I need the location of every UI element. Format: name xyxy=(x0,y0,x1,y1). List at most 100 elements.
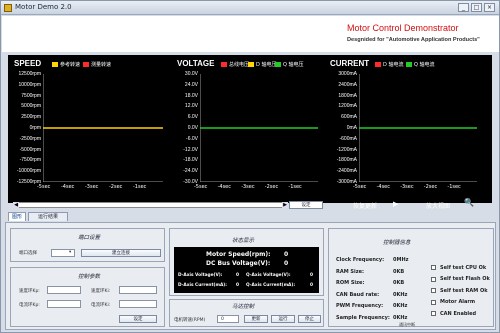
controller-info-title: 控制器信息 xyxy=(383,240,411,246)
legend-item: 测量转速 xyxy=(83,61,111,68)
window-title: Motor Demo 2.0 xyxy=(15,3,72,11)
y-tick-label: 3000mA xyxy=(338,71,357,77)
stop-button[interactable]: 停止 xyxy=(298,315,321,323)
q-axis-voltage-value: 0 xyxy=(310,273,313,278)
legend-label: Q 轴电压 xyxy=(283,62,304,68)
legend-swatch xyxy=(83,62,89,67)
control-params-panel: 控制参数 速度环Kp: 速度环Ki: 电流环Kp: 电流环Ki: 设定 xyxy=(10,267,165,327)
run-button[interactable]: 运行 xyxy=(271,315,295,323)
legend-item: D 轴电压 xyxy=(248,61,276,68)
legend-swatch xyxy=(275,62,281,67)
chart-set-button[interactable]: 设定 xyxy=(289,201,323,209)
status-checkbox[interactable] xyxy=(431,265,436,270)
charts-area: SPEED 参考转速 测量转速 12500rpm 10000rpm 7500rpm 5000… xyxy=(8,55,492,210)
chart-title: VOLTAGE xyxy=(177,59,215,68)
maximize-button[interactable]: □ xyxy=(471,3,482,12)
status-checkbox-label: Self test CPU Ok xyxy=(440,264,487,271)
legend-label: Q 轴电流 xyxy=(414,62,435,68)
title-bar: Motor Demo 2.0 _ □ × xyxy=(1,1,499,15)
tab-graph[interactable]: 图形 xyxy=(8,212,26,221)
controller-info-label: Clock Frequency: xyxy=(336,257,385,263)
y-tick-label: 5000rpm xyxy=(21,103,41,110)
y-tick-label: 18.0V xyxy=(184,92,198,99)
status-checkbox[interactable] xyxy=(431,288,436,293)
status-readout: Motor Speed(rpm): 0 DC Bus Voltage(V): 0… xyxy=(174,247,319,293)
motor-control-panel: 马达控制 电机转速(RPM) 0 更新 运行 停止 xyxy=(169,299,324,327)
close-button[interactable]: × xyxy=(484,3,495,12)
update-button[interactable]: 更新 xyxy=(244,315,268,323)
legend-item: 总线电压 xyxy=(221,61,249,68)
dc-bus-label: DC Bus Voltage(V): xyxy=(206,260,271,267)
dc-bus-value: 0 xyxy=(284,260,289,267)
d-axis-voltage-value: 0 xyxy=(236,273,239,278)
legend-swatch xyxy=(221,62,227,67)
comm-status-text: 通讯中断 xyxy=(399,322,415,327)
y-tick-label: 24.0V xyxy=(184,81,198,88)
x-tick-label: -5sec xyxy=(37,184,51,190)
y-tick-label: 0mA xyxy=(346,125,357,131)
header-title: Motor Control Demonstrator xyxy=(347,23,459,33)
port-select[interactable]: ▾ xyxy=(51,249,75,257)
bottom-panel: 端口设置 端口选择 ▾ 建立连接 控制参数 速度环Kp: 速度环Ki: 电流环K… xyxy=(5,222,496,330)
x-tick-label: -1sec xyxy=(447,184,461,190)
connect-button[interactable]: 建立连接 xyxy=(81,249,161,257)
motor-speed-label: Motor Speed(rpm): xyxy=(206,251,271,258)
controller-info-label: ROM Size: xyxy=(336,280,365,286)
legend-label: D 轴电流 xyxy=(383,62,404,68)
status-checkbox[interactable] xyxy=(431,276,436,282)
speed-kp-input[interactable] xyxy=(47,286,81,294)
chart-title: CURRENT xyxy=(330,59,370,68)
header-subtitle: Desgnided for "Automotive Application Pr… xyxy=(347,37,480,43)
controller-info-label: RAM Size: xyxy=(336,268,365,275)
x-tick-label: -2sec xyxy=(264,184,279,190)
y-tick-label: 7500rpm xyxy=(21,92,41,99)
y-tick-label: -600mA xyxy=(339,135,357,142)
status-checkbox-label: Self test Flash Ok xyxy=(440,276,490,282)
current-ki-input[interactable] xyxy=(119,300,157,308)
params-set-button[interactable]: 设定 xyxy=(119,315,157,323)
motor-speed-input[interactable]: 0 xyxy=(217,315,239,323)
tab-results[interactable]: 运行结果 xyxy=(28,212,68,221)
port-select-label: 端口选择 xyxy=(19,251,37,256)
x-tick-label: -3sec xyxy=(400,184,414,190)
status-checkbox[interactable] xyxy=(431,299,436,305)
zoom-icon[interactable]: 🔍 xyxy=(464,198,474,207)
y-tick-label: 1800mA xyxy=(338,92,357,99)
y-tick-label: 12500rpm xyxy=(18,71,41,77)
legend-label: D 轴电压 xyxy=(256,62,277,68)
d-axis-current-value: 0 xyxy=(236,283,239,288)
controller-info-label: Sample Frequency: xyxy=(336,314,390,321)
d-axis-voltage-label: D-Axis Voltage(V): xyxy=(178,273,223,278)
minimize-button[interactable]: _ xyxy=(458,3,469,12)
scroll-left-icon[interactable]: ◀ xyxy=(13,202,19,208)
d-axis-current-label: D-Axis Current(mA): xyxy=(178,283,227,288)
x-tick-label: -2sec xyxy=(423,184,438,190)
port-settings-panel: 端口设置 端口选择 ▾ 建立连接 xyxy=(10,228,165,262)
y-tick-label: -18.0V xyxy=(183,157,198,164)
y-tick-label: 6.0V xyxy=(187,114,198,121)
y-tick-label: 1200mA xyxy=(338,103,357,110)
controller-info-value: 0KB xyxy=(393,280,405,286)
legend-swatch xyxy=(406,62,412,67)
y-tick-label: -6.0V xyxy=(186,135,198,142)
motor-speed-value: 0 xyxy=(284,251,289,258)
status-checkbox[interactable] xyxy=(431,311,436,316)
controller-info-panel: 控制器信息 Clock Frequency: 0MHz RAM Size: 0KB RO… xyxy=(328,228,494,327)
controller-info-label: CAN Baud rate: xyxy=(336,291,380,298)
y-tick-label: -2400mA xyxy=(336,168,357,175)
y-tick-label: -24.0V xyxy=(183,168,198,175)
speed-ki-input[interactable] xyxy=(119,286,157,294)
legend-label: 总线电压 xyxy=(229,62,250,68)
status-title: 状态显示 xyxy=(232,238,255,244)
time-scrollbar[interactable]: ◀ ▶ xyxy=(13,202,288,208)
x-tick-label: -4sec xyxy=(217,184,232,190)
app-icon xyxy=(4,4,12,12)
y-tick-label: 30.0V xyxy=(184,71,198,77)
current-kp-input[interactable] xyxy=(47,300,81,308)
scroll-right-icon[interactable]: ▶ xyxy=(282,202,288,208)
speed-kp-label: 速度环Kp: xyxy=(19,289,40,294)
restore-update-label: 恢复更新 xyxy=(353,203,378,210)
play-icon[interactable]: ▶ xyxy=(393,200,398,208)
status-checkbox-label: Self test RAM Ok xyxy=(440,287,488,294)
controller-info-label: PWM Frequency: xyxy=(336,303,384,309)
